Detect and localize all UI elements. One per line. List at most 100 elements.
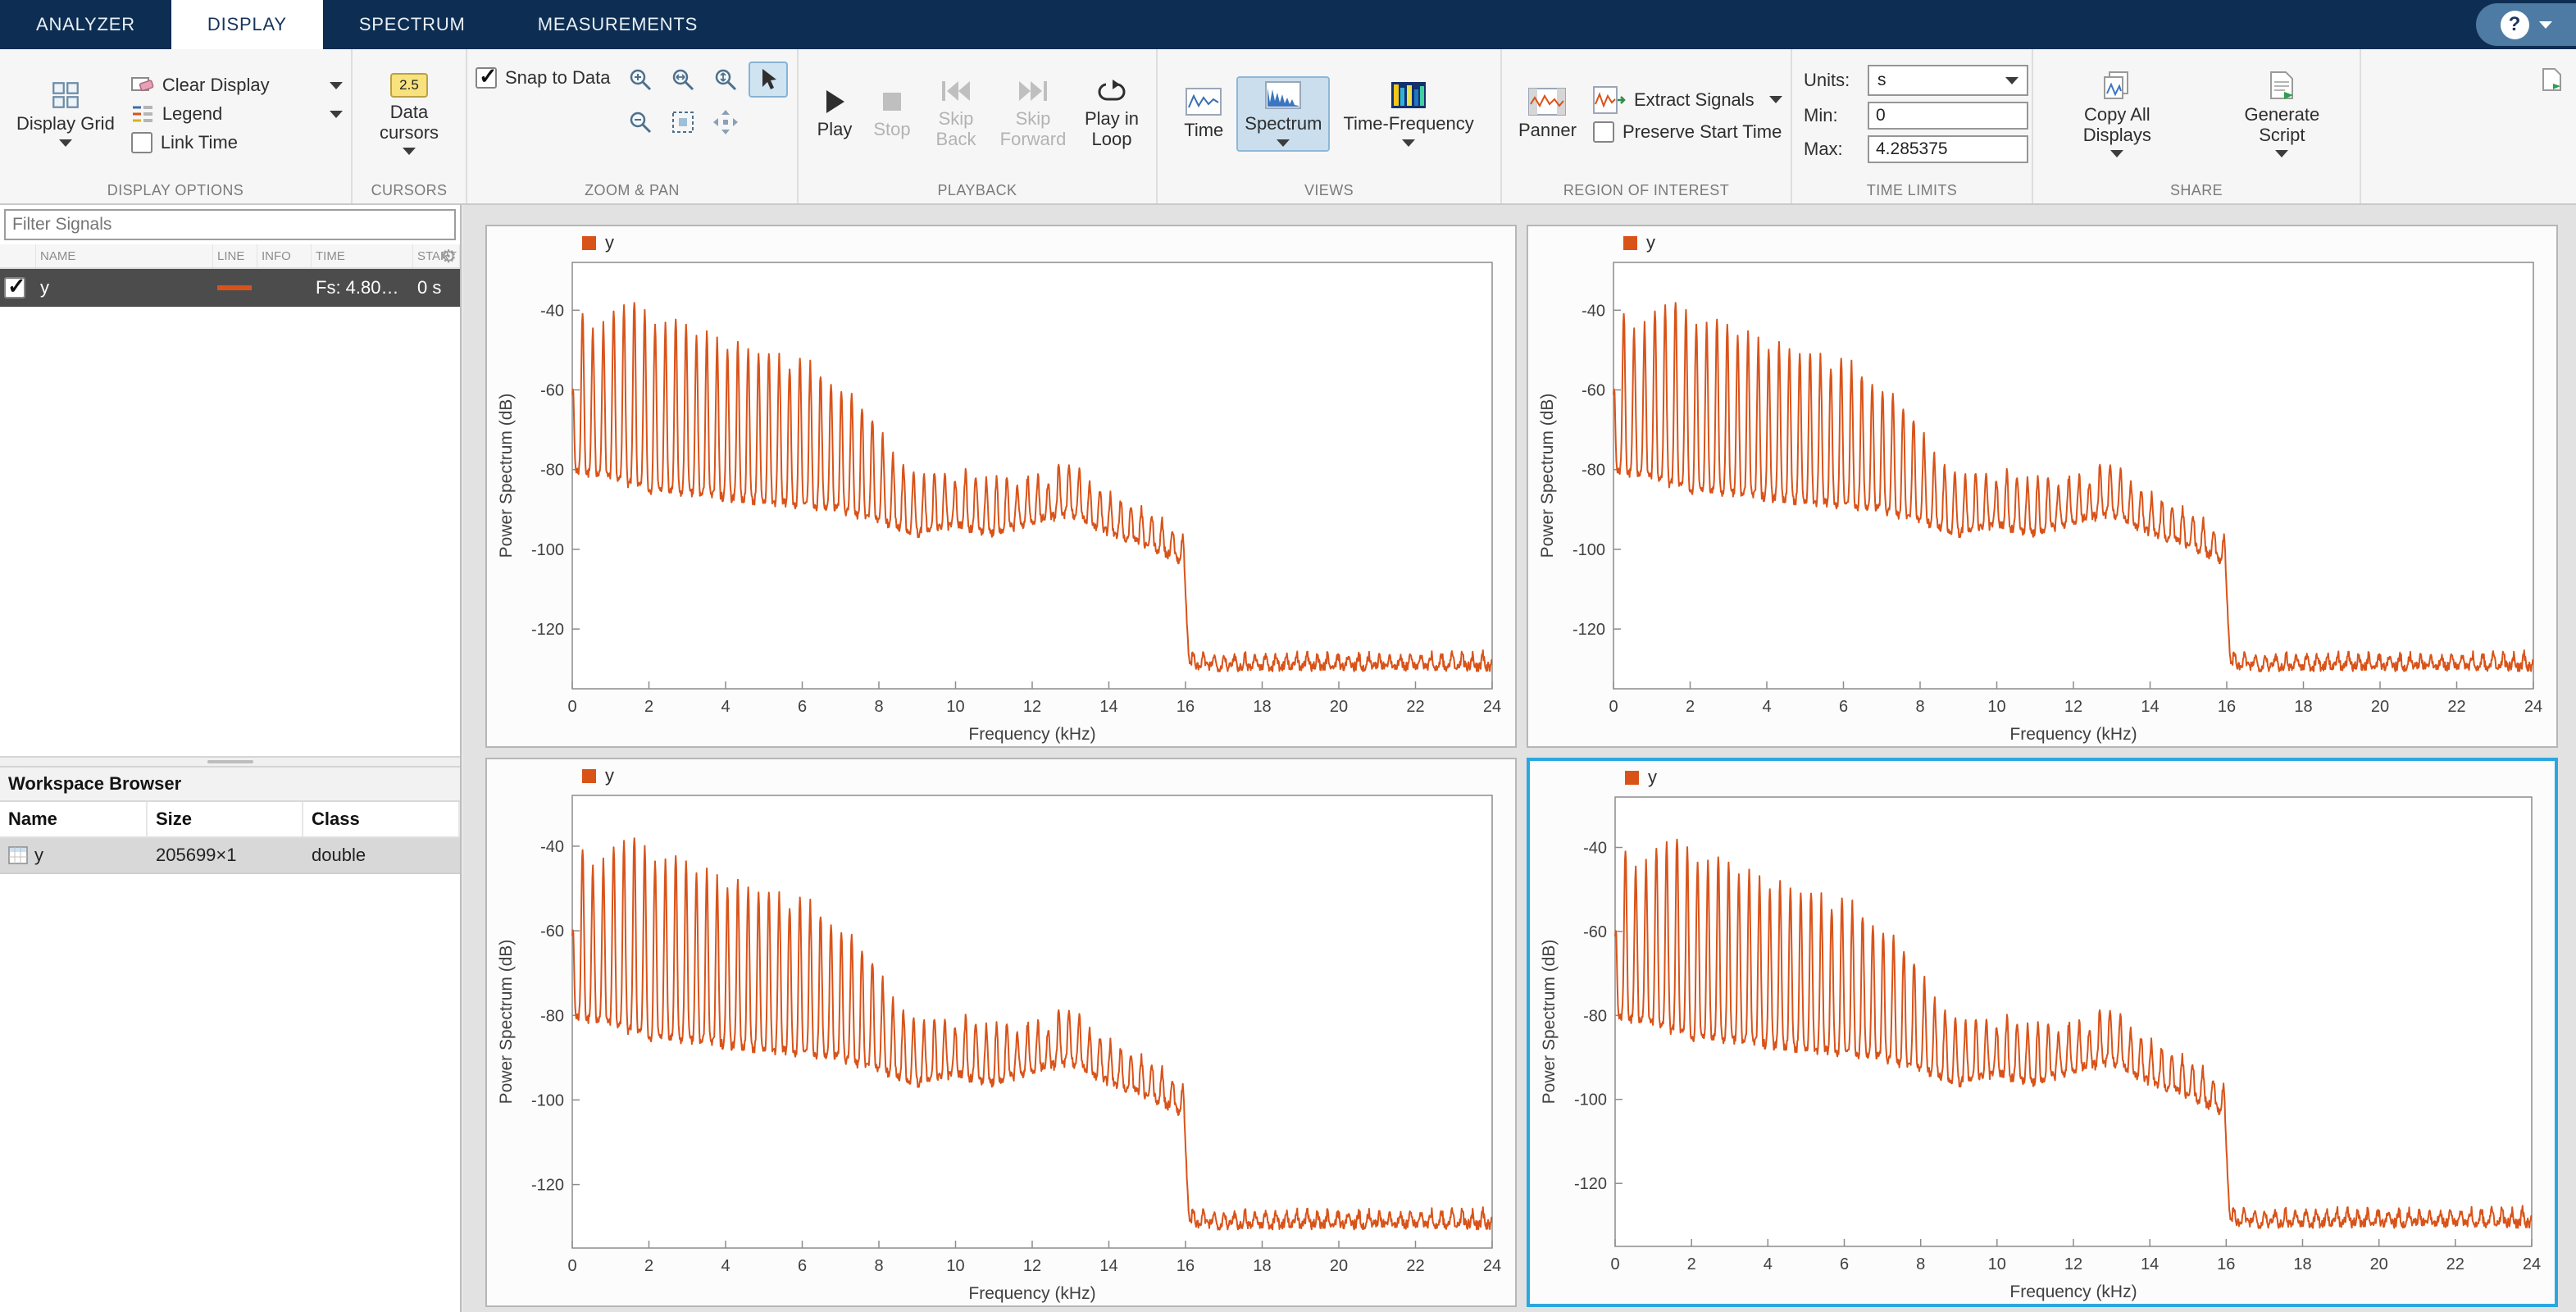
pointer-tool-button[interactable] bbox=[749, 61, 788, 98]
checkbox[interactable] bbox=[131, 132, 152, 153]
section-views: Time Spectrum Time-Frequency VIEWS bbox=[1158, 49, 1502, 203]
ws-name-column-header[interactable]: Name bbox=[0, 802, 148, 836]
tab-spectrum[interactable]: SPECTRUM bbox=[323, 0, 502, 49]
signal-table-header: NAME LINE INFO TIME START ⚙ bbox=[0, 244, 460, 269]
zoom-out-button[interactable] bbox=[621, 104, 660, 140]
pan-button[interactable] bbox=[706, 104, 745, 140]
svg-text:16: 16 bbox=[1176, 698, 1195, 716]
section-title: PLAYBACK bbox=[799, 179, 1156, 203]
snap-to-data-checkbox[interactable]: Snap to Data bbox=[476, 67, 610, 89]
skip-back-button[interactable]: Skip Back bbox=[922, 73, 990, 154]
svg-text:-100: -100 bbox=[531, 541, 564, 559]
display-grid-icon bbox=[52, 81, 80, 109]
signal-browser-panel: NAME LINE INFO TIME START ⚙ y Fs: 4.80… … bbox=[0, 205, 462, 1312]
legend-icon bbox=[131, 103, 154, 125]
legend-button[interactable]: Legend bbox=[131, 103, 343, 125]
clear-display-button[interactable]: Clear Display bbox=[131, 75, 343, 96]
data-cursors-button[interactable]: 2.5 Data cursors bbox=[361, 68, 457, 160]
play-icon bbox=[823, 89, 846, 115]
workspace-row-y[interactable]: y 205699×1 double bbox=[0, 838, 460, 874]
checkbox[interactable] bbox=[476, 67, 497, 89]
signal-checkbox[interactable] bbox=[4, 277, 25, 298]
svg-text:10: 10 bbox=[946, 1257, 964, 1275]
svg-text:y: y bbox=[1648, 767, 1657, 787]
data-cursors-icon: 2.5 bbox=[390, 73, 428, 98]
spectrum-view-button[interactable]: Spectrum bbox=[1236, 76, 1330, 152]
time-view-button[interactable]: Time bbox=[1176, 83, 1231, 146]
copy-all-displays-button[interactable]: Copy All Displays bbox=[2041, 66, 2193, 162]
section-title: SHARE bbox=[2033, 179, 2360, 203]
svg-text:4: 4 bbox=[1762, 698, 1771, 716]
svg-text:y: y bbox=[1646, 232, 1655, 253]
svg-text:8: 8 bbox=[1915, 698, 1924, 716]
time-view-icon bbox=[1186, 88, 1222, 116]
svg-text:-120: -120 bbox=[531, 1177, 564, 1195]
skip-forward-button[interactable]: Skip Forward bbox=[992, 73, 1074, 154]
svg-text:-60: -60 bbox=[1583, 923, 1607, 941]
play-button[interactable]: Play bbox=[807, 84, 862, 145]
ws-variable-size: 205699×1 bbox=[148, 845, 303, 866]
help-icon: ? bbox=[2501, 11, 2529, 39]
svg-text:-100: -100 bbox=[531, 1091, 564, 1109]
loop-icon bbox=[1096, 78, 1127, 104]
min-time-input[interactable] bbox=[1868, 102, 2028, 130]
spectrum-display-3[interactable]: 024681012141618202224-40-60-80-100-120yF… bbox=[485, 758, 1517, 1307]
line-column-header[interactable]: LINE bbox=[213, 244, 257, 267]
units-select[interactable]: s bbox=[1868, 65, 2028, 96]
svg-text:-40: -40 bbox=[540, 838, 564, 856]
stop-button[interactable]: Stop bbox=[864, 84, 920, 145]
ws-size-column-header[interactable]: Size bbox=[148, 802, 303, 836]
panner-button[interactable]: Panner bbox=[1510, 83, 1585, 146]
svg-text:-40: -40 bbox=[1582, 302, 1605, 320]
link-time-checkbox[interactable]: Link Time bbox=[131, 132, 343, 153]
zoom-in-icon bbox=[628, 67, 653, 92]
signal-row-y[interactable]: y Fs: 4.80… 0 s bbox=[0, 269, 460, 307]
svg-text:-120: -120 bbox=[1572, 621, 1605, 639]
svg-text:20: 20 bbox=[2370, 1255, 2388, 1273]
svg-text:6: 6 bbox=[798, 698, 807, 716]
time-frequency-view-button[interactable]: Time-Frequency bbox=[1335, 76, 1481, 152]
preserve-start-time-checkbox[interactable]: Preserve Start Time bbox=[1593, 121, 1782, 143]
checkbox[interactable] bbox=[1593, 121, 1614, 143]
chevron-down-icon bbox=[2005, 77, 2018, 84]
pointer-arrow-icon bbox=[758, 67, 779, 92]
zoom-y-button[interactable] bbox=[706, 61, 745, 98]
extract-signals-button[interactable]: Extract Signals bbox=[1593, 86, 1782, 114]
play-in-loop-button[interactable]: Play in Loop bbox=[1076, 73, 1148, 154]
variable-grid-icon bbox=[8, 846, 28, 864]
panel-splitter[interactable] bbox=[0, 756, 460, 768]
tab-analyzer[interactable]: ANALYZER bbox=[0, 0, 171, 49]
svg-text:22: 22 bbox=[1406, 698, 1424, 716]
display-grid-button[interactable]: Display Grid bbox=[8, 76, 123, 152]
svg-text:-60: -60 bbox=[1582, 382, 1605, 400]
generate-script-button[interactable]: Generate Script bbox=[2213, 66, 2351, 162]
section-time-limits: Units: s Min: Max: TIME LIMITS bbox=[1792, 49, 2033, 203]
table-settings-gear-icon[interactable]: ⚙ bbox=[440, 245, 457, 268]
zoom-x-button[interactable] bbox=[663, 61, 703, 98]
spectrum-display-1[interactable]: 024681012141618202224-40-60-80-100-120yF… bbox=[485, 225, 1517, 748]
svg-text:24: 24 bbox=[1483, 1257, 1501, 1275]
svg-text:8: 8 bbox=[1916, 1255, 1925, 1273]
chevron-down-icon bbox=[330, 82, 343, 89]
ws-class-column-header[interactable]: Class bbox=[303, 802, 460, 836]
time-column-header[interactable]: TIME bbox=[312, 244, 413, 267]
name-column-header[interactable]: NAME bbox=[36, 244, 213, 267]
svg-text:y: y bbox=[605, 765, 614, 786]
extract-signals-icon bbox=[1593, 86, 1626, 114]
info-column-header[interactable]: INFO bbox=[257, 244, 312, 267]
help-button[interactable]: ? bbox=[2476, 3, 2576, 46]
zoom-in-button[interactable] bbox=[621, 61, 660, 98]
svg-text:Power Spectrum (dB): Power Spectrum (dB) bbox=[1538, 394, 1557, 558]
svg-text:12: 12 bbox=[2064, 698, 2082, 716]
fit-to-view-button[interactable] bbox=[663, 104, 703, 140]
svg-text:-120: -120 bbox=[531, 621, 564, 639]
svg-text:14: 14 bbox=[1099, 1257, 1117, 1275]
filter-signals-input[interactable] bbox=[4, 209, 456, 240]
spectrum-display-2[interactable]: 024681012141618202224-40-60-80-100-120yF… bbox=[1527, 225, 2558, 748]
max-time-input[interactable] bbox=[1868, 135, 2028, 163]
tab-measurements[interactable]: MEASUREMENTS bbox=[502, 0, 734, 49]
spectrum-display-4-selected[interactable]: 024681012141618202224-40-60-80-100-120yF… bbox=[1527, 758, 2558, 1307]
toolstrip-overflow-icon[interactable] bbox=[2542, 67, 2563, 92]
tab-display[interactable]: DISPLAY bbox=[171, 0, 323, 49]
svg-text:-80: -80 bbox=[1583, 1007, 1607, 1025]
